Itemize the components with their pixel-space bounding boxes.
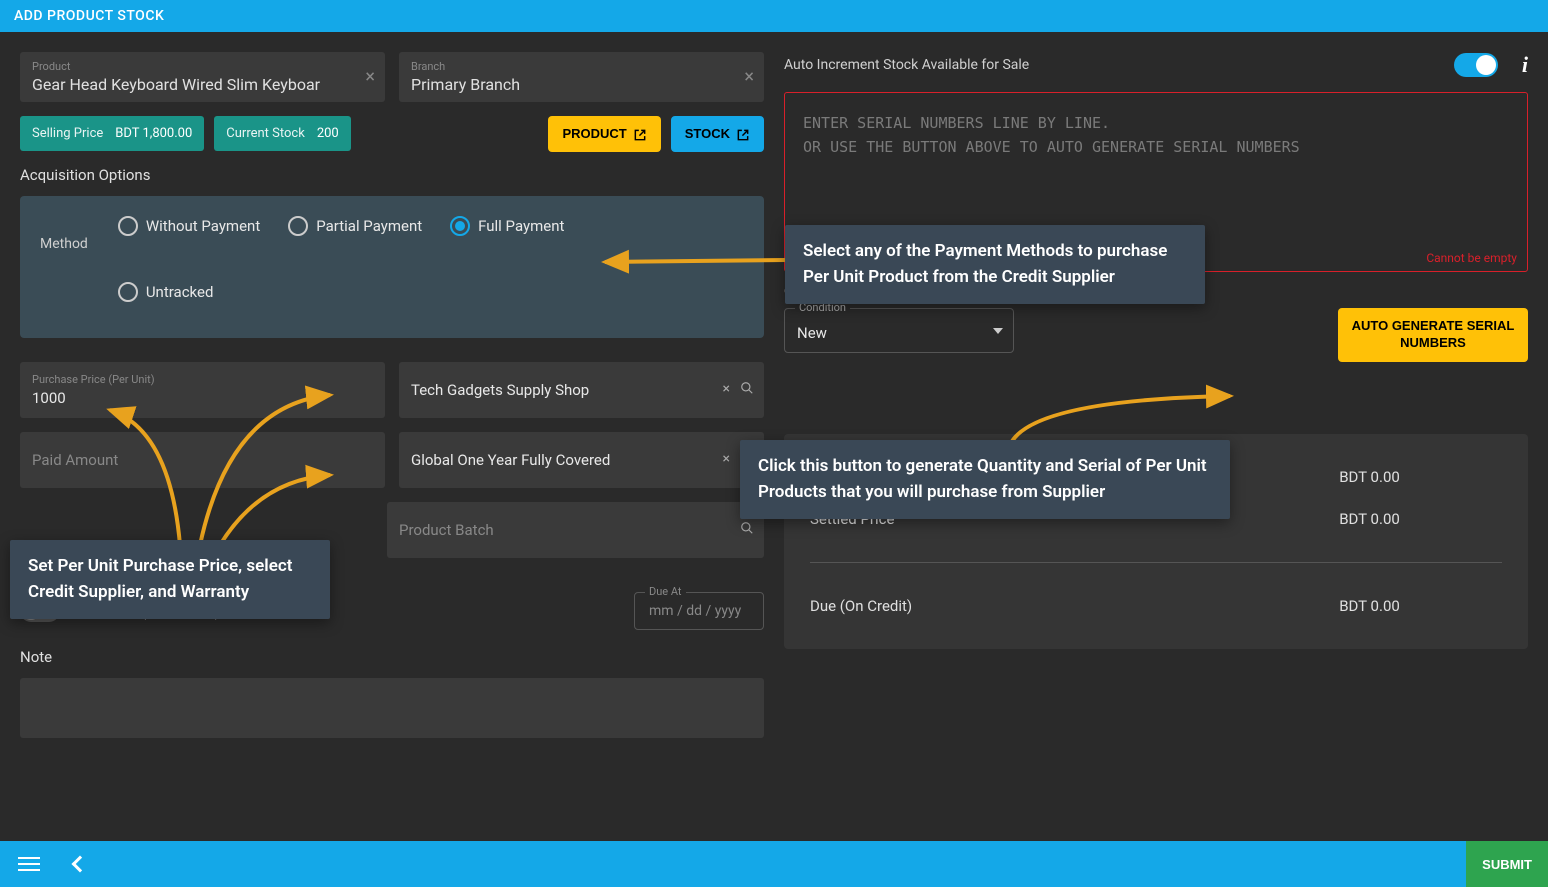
condition-select[interactable]: Condition New xyxy=(784,308,1014,353)
note-input[interactable] xyxy=(20,678,764,738)
product-label: Product xyxy=(32,60,373,73)
selling-price-badge: Selling Price BDT 1,800.00 xyxy=(20,116,204,151)
auto-increment-label: Auto Increment Stock Available for Sale xyxy=(784,57,1029,73)
note-label: Note xyxy=(20,648,764,666)
radio-partial-payment[interactable]: Partial Payment xyxy=(288,216,422,236)
branch-label: Branch xyxy=(411,60,752,73)
clear-product-icon[interactable]: × xyxy=(365,67,375,88)
auto-increment-toggle[interactable] xyxy=(1454,53,1498,77)
annotation-callout: Select any of the Payment Methods to pur… xyxy=(785,225,1205,304)
serial-error-text: Cannot be empty xyxy=(1426,251,1517,265)
open-external-icon xyxy=(736,126,750,142)
radio-full-payment[interactable]: Full Payment xyxy=(450,216,564,236)
footer-bar xyxy=(0,841,1548,887)
search-icon[interactable] xyxy=(740,521,754,539)
annotation-callout: Set Per Unit Purchase Price, select Cred… xyxy=(10,540,330,619)
clear-icon[interactable]: × xyxy=(723,381,730,399)
radio-icon xyxy=(118,216,138,236)
submit-button[interactable]: SUBMIT xyxy=(1466,841,1548,887)
radio-icon xyxy=(118,282,138,302)
open-external-icon xyxy=(633,126,647,142)
back-icon[interactable] xyxy=(72,856,89,873)
stock-button[interactable]: STOCK xyxy=(671,116,764,152)
due-at-field[interactable]: Due At mm / dd / yyyy xyxy=(634,592,764,630)
menu-icon[interactable] xyxy=(12,851,46,877)
annotation-callout: Click this button to generate Quantity a… xyxy=(740,440,1230,519)
info-icon[interactable]: i xyxy=(1522,52,1528,78)
method-panel: Method Without Payment Partial Payment F… xyxy=(20,196,764,338)
product-button[interactable]: PRODUCT xyxy=(548,116,660,152)
warranty-field[interactable]: Global One Year Fully Covered × xyxy=(399,432,764,488)
radio-icon xyxy=(288,216,308,236)
chevron-down-icon xyxy=(993,328,1003,334)
product-value: Gear Head Keyboard Wired Slim Keyboar xyxy=(32,75,320,94)
clear-icon[interactable]: × xyxy=(723,451,730,469)
branch-field[interactable]: Branch Primary Branch × xyxy=(399,52,764,102)
radio-untracked[interactable]: Untracked xyxy=(118,282,744,302)
clear-branch-icon[interactable]: × xyxy=(744,67,754,88)
purchase-price-field[interactable]: Purchase Price (Per Unit) 1000 xyxy=(20,362,385,418)
supplier-field[interactable]: Tech Gadgets Supply Shop × xyxy=(399,362,764,418)
auto-generate-button[interactable]: AUTO GENERATE SERIAL NUMBERS xyxy=(1338,308,1528,362)
page-title: ADD PRODUCT STOCK xyxy=(14,8,164,24)
search-icon[interactable] xyxy=(740,381,754,399)
current-stock-badge: Current Stock 200 xyxy=(214,116,350,151)
acquisition-section-title: Acquisition Options xyxy=(20,166,764,184)
radio-without-payment[interactable]: Without Payment xyxy=(118,216,260,236)
page-header: ADD PRODUCT STOCK xyxy=(0,0,1548,32)
product-field[interactable]: Product Gear Head Keyboard Wired Slim Ke… xyxy=(20,52,385,102)
radio-icon xyxy=(450,216,470,236)
paid-amount-field[interactable]: Paid Amount xyxy=(20,432,385,488)
product-batch-field[interactable]: Product Batch xyxy=(387,502,764,558)
method-label: Method xyxy=(40,236,88,320)
branch-value: Primary Branch xyxy=(411,75,520,94)
